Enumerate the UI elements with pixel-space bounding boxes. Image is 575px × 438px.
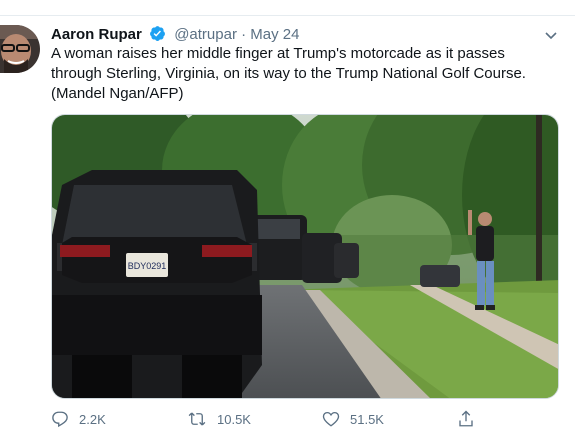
reply-button[interactable]: 2.2K	[51, 408, 106, 430]
tweet-text: A woman raises her middle finger at Trum…	[51, 45, 526, 102]
reply-icon	[52, 411, 68, 428]
tweet-header: Aaron Rupar @atrupar · May 24	[51, 25, 300, 45]
retweet-button[interactable]: 10.5K	[187, 408, 251, 430]
like-count: 51.5K	[350, 411, 384, 427]
share-icon	[459, 410, 473, 427]
author-name[interactable]: Aaron Rupar	[51, 26, 142, 43]
tweet-photo[interactable]: BDY0291	[51, 114, 559, 399]
retweet-icon	[188, 412, 206, 426]
share-button[interactable]	[457, 408, 485, 430]
license-plate: BDY0291	[128, 261, 167, 271]
like-button[interactable]: 51.5K	[322, 408, 384, 430]
retweet-count: 10.5K	[217, 411, 251, 427]
previous-tweet-actions	[0, 0, 575, 4]
tweet-date[interactable]: May 24	[250, 26, 299, 43]
reply-count: 2.2K	[79, 411, 106, 427]
more-caret-icon[interactable]	[543, 27, 559, 43]
separator-dot: ·	[241, 26, 247, 43]
tweet-divider	[0, 15, 575, 16]
avatar[interactable]	[0, 25, 40, 73]
tweet-actions: 2.2K 10.5K 51.5K	[51, 408, 559, 430]
like-icon	[322, 411, 340, 427]
author-handle[interactable]: @atrupar	[174, 26, 237, 43]
